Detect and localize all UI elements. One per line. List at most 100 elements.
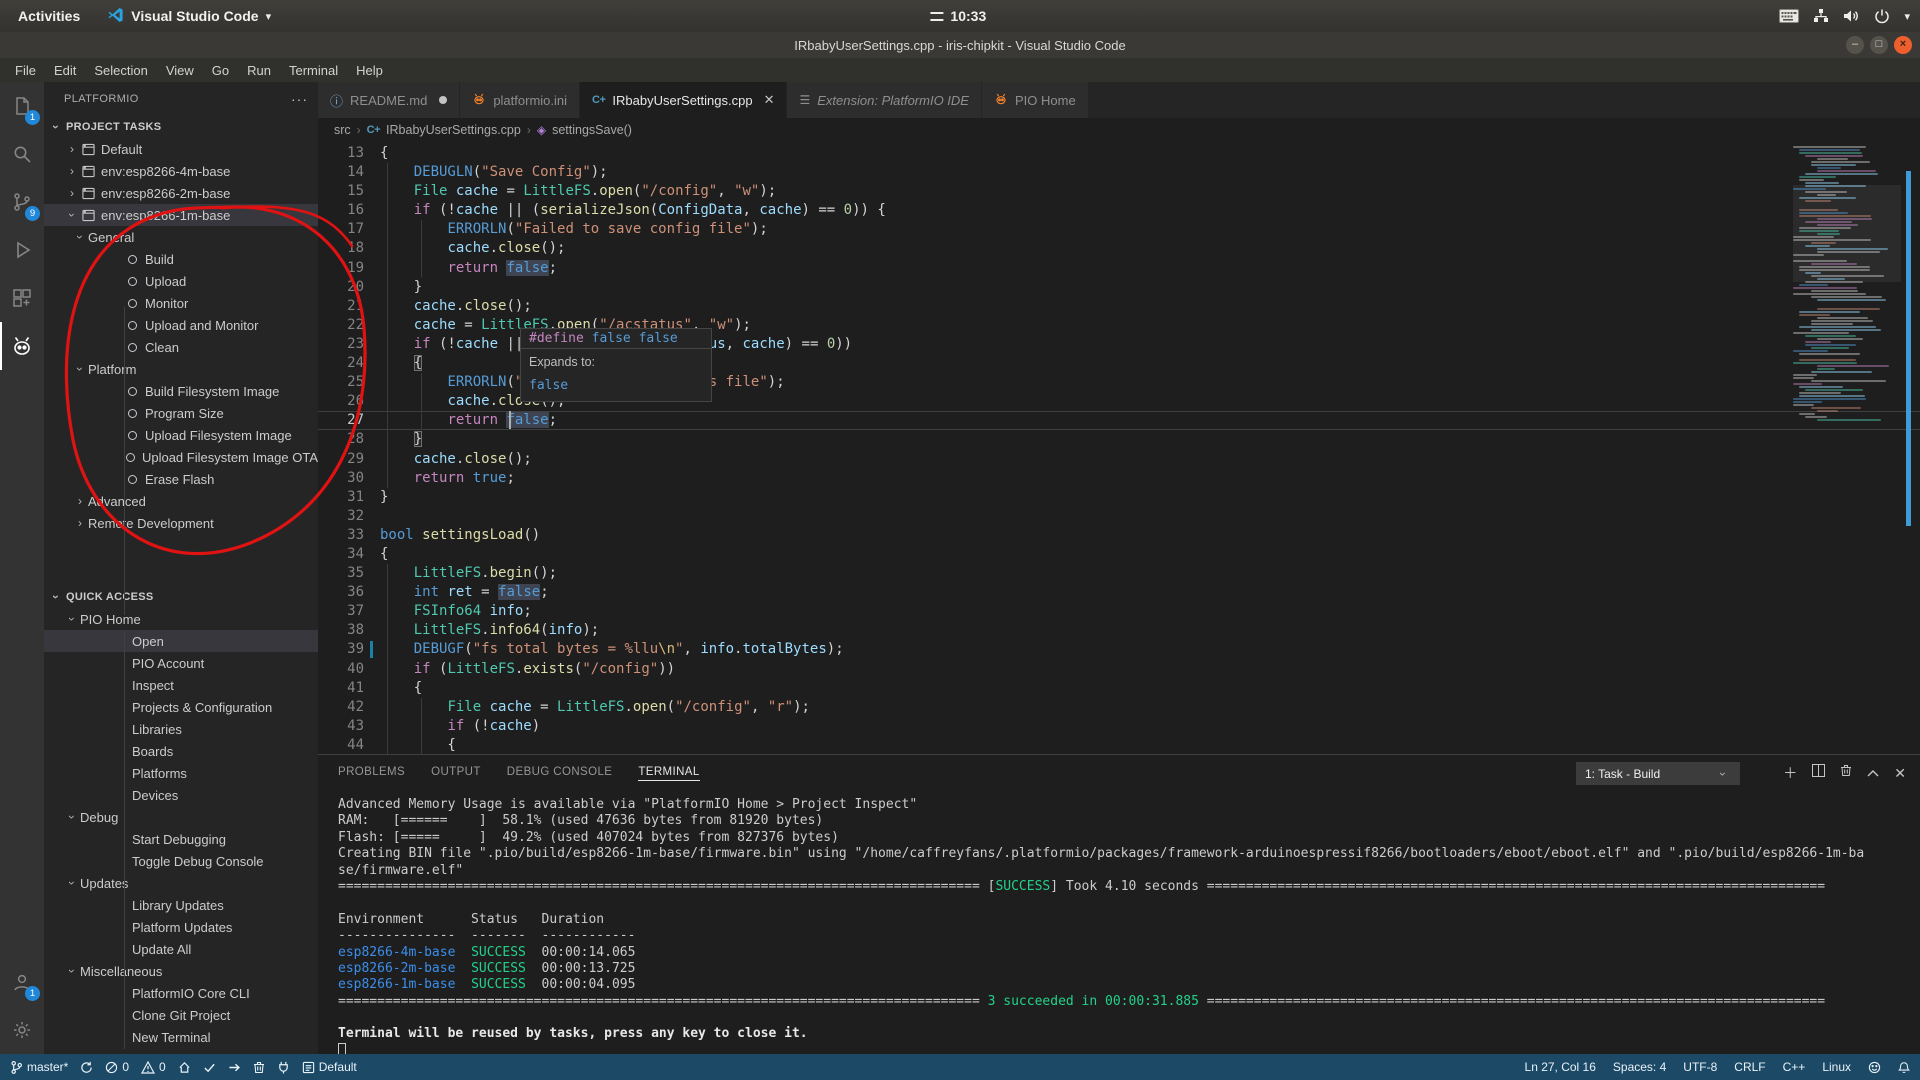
tree-item-build[interactable]: Build [44, 248, 318, 270]
code-line-43[interactable]: 43 if (!cache) [318, 717, 1920, 736]
code-line-40[interactable]: 40 if (LittleFS.exists("/config")) [318, 660, 1920, 679]
code-line-39[interactable]: 39 DEBUGF("fs total bytes = %llu\n", inf… [318, 640, 1920, 659]
scrollbar-indicator[interactable] [1906, 171, 1911, 526]
panel-tab-terminal[interactable]: TERMINAL [638, 766, 699, 781]
chevron-down-icon[interactable]: ▾ [1904, 10, 1910, 23]
tree-item-monitor[interactable]: Monitor [44, 292, 318, 314]
breadcrumb-item[interactable]: settingsSave() [552, 123, 632, 137]
code-line-35[interactable]: 35 LittleFS.begin(); [318, 564, 1920, 583]
status-bell[interactable] [1898, 1061, 1910, 1074]
explorer-icon[interactable]: 1 [0, 82, 44, 130]
source-control-icon[interactable]: 9 [0, 178, 44, 226]
volume-icon[interactable] [1843, 8, 1860, 24]
status-smiley[interactable] [1868, 1061, 1881, 1074]
status-branch[interactable]: master* [10, 1060, 68, 1075]
menu-run[interactable]: Run [238, 63, 280, 78]
code-line-15[interactable]: 15 File cache = LittleFS.open("/config",… [318, 182, 1920, 201]
status-spaces-4[interactable]: Spaces: 4 [1613, 1060, 1666, 1074]
close-panel-icon[interactable]: ✕ [1894, 765, 1906, 782]
tree-item-env-esp8266-2m-base[interactable]: ›env:esp8266-2m-base [44, 182, 318, 204]
tree-item-erase-flash[interactable]: Erase Flash [44, 468, 318, 490]
tree-item-libraries[interactable]: Libraries [44, 718, 318, 740]
code-line-42[interactable]: 42 File cache = LittleFS.open("/config",… [318, 698, 1920, 717]
section-header-quick-access[interactable]: ›QUICK ACCESS [44, 586, 318, 608]
code-line-17[interactable]: 17 ERRORLN("Failed to save config file")… [318, 220, 1920, 239]
menu-terminal[interactable]: Terminal [280, 63, 347, 78]
maximize-panel-icon[interactable] [1867, 764, 1879, 782]
menu-file[interactable]: File [6, 63, 45, 78]
status-c[interactable]: C++ [1783, 1060, 1806, 1074]
status-env[interactable]: Default [302, 1060, 357, 1074]
status-error[interactable]: 0 [105, 1060, 129, 1074]
panel-tab-problems[interactable]: PROBLEMS [338, 766, 405, 780]
tree-item-program-size[interactable]: Program Size [44, 402, 318, 424]
menu-view[interactable]: View [157, 63, 203, 78]
close-button[interactable]: × [1894, 36, 1912, 54]
code-line-13[interactable]: 13{ [318, 144, 1920, 163]
minimize-button[interactable]: – [1846, 36, 1864, 54]
code-line-19[interactable]: 19 return false; [318, 259, 1920, 278]
code-line-31[interactable]: 31} [318, 488, 1920, 507]
code-line-36[interactable]: 36 int ret = false; [318, 583, 1920, 602]
platformio-icon[interactable] [0, 322, 44, 370]
code-line-37[interactable]: 37 FSInfo64 info; [318, 602, 1920, 621]
status-home[interactable] [178, 1061, 191, 1074]
tree-item-remote-development[interactable]: ›Remote Development [44, 512, 318, 534]
tree-item-projects-configuration[interactable]: Projects & Configuration [44, 696, 318, 718]
terminal-output[interactable]: Advanced Memory Usage is available via "… [338, 797, 1920, 1054]
section-header-project-tasks[interactable]: ›PROJECT TASKS [44, 116, 318, 138]
code-line-33[interactable]: 33bool settingsLoad() [318, 526, 1920, 545]
tree-item-upload-filesystem-image[interactable]: Upload Filesystem Image [44, 424, 318, 446]
code-line-32[interactable]: 32 [318, 507, 1920, 526]
status-ln-27-col-16[interactable]: Ln 27, Col 16 [1525, 1060, 1596, 1074]
status-linux[interactable]: Linux [1822, 1060, 1851, 1074]
code-line-29[interactable]: 29 cache.close(); [318, 450, 1920, 469]
clock[interactable]: 10:33 [930, 8, 986, 24]
code-line-30[interactable]: 30 return true; [318, 469, 1920, 488]
tree-item-platform[interactable]: ›Platform [44, 358, 318, 380]
code-line-21[interactable]: 21 cache.close(); [318, 297, 1920, 316]
tree-item-boards[interactable]: Boards [44, 740, 318, 762]
code-editor[interactable]: 13{14 DEBUGLN("Save Config");15 File cac… [318, 142, 1920, 754]
code-line-34[interactable]: 34{ [318, 545, 1920, 564]
search-icon[interactable] [0, 130, 44, 178]
status-check[interactable] [203, 1061, 216, 1074]
panel-tab-debug-console[interactable]: DEBUG CONSOLE [507, 766, 613, 780]
status-sync[interactable] [80, 1061, 93, 1074]
tree-item-advanced[interactable]: ›Advanced [44, 490, 318, 512]
breadcrumb[interactable]: src›C+IRbabyUserSettings.cpp›◈settingsSa… [318, 118, 1920, 142]
tab-pio-home[interactable]: PIO Home [982, 82, 1089, 118]
tree-item-open[interactable]: Open [44, 630, 318, 652]
status-trash[interactable] [253, 1061, 265, 1074]
menu-help[interactable]: Help [347, 63, 392, 78]
new-terminal-icon[interactable]: ＋ [1783, 763, 1797, 783]
status-utf-8[interactable]: UTF-8 [1683, 1060, 1717, 1074]
tree-item-platform-updates[interactable]: Platform Updates [44, 916, 318, 938]
code-line-20[interactable]: 20 } [318, 278, 1920, 297]
status-crlf[interactable]: CRLF [1734, 1060, 1765, 1074]
network-icon[interactable] [1813, 8, 1829, 24]
tab-irbabyusersettings-cpp[interactable]: C+IRbabyUserSettings.cpp✕ [580, 82, 787, 118]
activities-button[interactable]: Activities [0, 8, 98, 24]
code-line-14[interactable]: 14 DEBUGLN("Save Config"); [318, 163, 1920, 182]
tab-extension-platformio-ide[interactable]: ☰Extension: PlatformIO IDE [787, 82, 982, 118]
minimap[interactable] [1793, 146, 1901, 754]
code-line-38[interactable]: 38 LittleFS.info64(info); [318, 621, 1920, 640]
terminal-task-dropdown[interactable]: 1: Task - Build › [1576, 762, 1740, 785]
status-warning[interactable]: 0 [141, 1060, 166, 1074]
power-icon[interactable] [1874, 8, 1890, 24]
app-menu-button[interactable]: Visual Studio Code ▾ [98, 7, 281, 26]
breadcrumb-item[interactable]: src [334, 123, 351, 137]
tree-item-clone-git-project[interactable]: Clone Git Project [44, 1004, 318, 1026]
maximize-button[interactable]: □ [1870, 36, 1888, 54]
tree-item-platforms[interactable]: Platforms [44, 762, 318, 784]
code-line-27[interactable]: 27 return false; [318, 411, 1920, 430]
tree-item-updates[interactable]: ›Updates [44, 872, 318, 894]
menu-go[interactable]: Go [203, 63, 238, 78]
close-tab-icon[interactable]: ✕ [764, 92, 775, 108]
tree-item-pio-account[interactable]: PIO Account [44, 652, 318, 674]
tree-item-default[interactable]: ›Default [44, 138, 318, 160]
extensions-icon[interactable] [0, 274, 44, 322]
run-debug-icon[interactable] [0, 226, 44, 274]
panel-tab-output[interactable]: OUTPUT [431, 766, 481, 780]
